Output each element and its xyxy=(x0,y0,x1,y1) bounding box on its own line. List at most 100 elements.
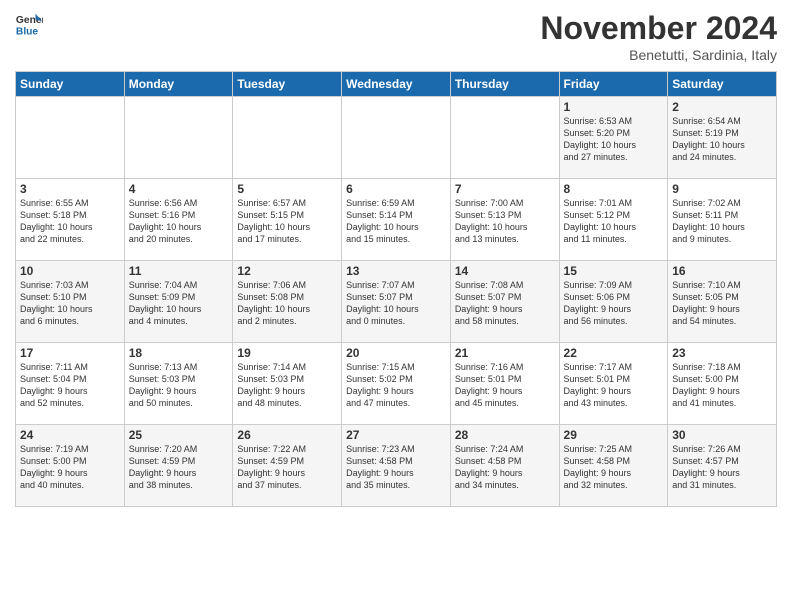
day-number: 16 xyxy=(672,264,772,278)
day-info: Sunrise: 7:18 AM Sunset: 5:00 PM Dayligh… xyxy=(672,361,772,410)
calendar-table: SundayMondayTuesdayWednesdayThursdayFrid… xyxy=(15,71,777,507)
day-number: 20 xyxy=(346,346,446,360)
calendar-cell: 2Sunrise: 6:54 AM Sunset: 5:19 PM Daylig… xyxy=(668,97,777,179)
location-subtitle: Benetutti, Sardinia, Italy xyxy=(540,47,777,63)
day-number: 7 xyxy=(455,182,555,196)
calendar-cell: 20Sunrise: 7:15 AM Sunset: 5:02 PM Dayli… xyxy=(342,343,451,425)
day-info: Sunrise: 6:53 AM Sunset: 5:20 PM Dayligh… xyxy=(564,115,664,164)
calendar-cell: 15Sunrise: 7:09 AM Sunset: 5:06 PM Dayli… xyxy=(559,261,668,343)
calendar-cell: 8Sunrise: 7:01 AM Sunset: 5:12 PM Daylig… xyxy=(559,179,668,261)
calendar-week-2: 3Sunrise: 6:55 AM Sunset: 5:18 PM Daylig… xyxy=(16,179,777,261)
day-info: Sunrise: 7:06 AM Sunset: 5:08 PM Dayligh… xyxy=(237,279,337,328)
day-info: Sunrise: 7:09 AM Sunset: 5:06 PM Dayligh… xyxy=(564,279,664,328)
day-number: 30 xyxy=(672,428,772,442)
day-info: Sunrise: 7:17 AM Sunset: 5:01 PM Dayligh… xyxy=(564,361,664,410)
calendar-cell xyxy=(450,97,559,179)
day-number: 12 xyxy=(237,264,337,278)
day-info: Sunrise: 7:20 AM Sunset: 4:59 PM Dayligh… xyxy=(129,443,229,492)
day-number: 27 xyxy=(346,428,446,442)
calendar-cell xyxy=(124,97,233,179)
calendar-cell: 30Sunrise: 7:26 AM Sunset: 4:57 PM Dayli… xyxy=(668,425,777,507)
day-number: 8 xyxy=(564,182,664,196)
calendar-cell: 24Sunrise: 7:19 AM Sunset: 5:00 PM Dayli… xyxy=(16,425,125,507)
day-number: 13 xyxy=(346,264,446,278)
day-info: Sunrise: 6:55 AM Sunset: 5:18 PM Dayligh… xyxy=(20,197,120,246)
day-info: Sunrise: 7:19 AM Sunset: 5:00 PM Dayligh… xyxy=(20,443,120,492)
calendar-cell: 19Sunrise: 7:14 AM Sunset: 5:03 PM Dayli… xyxy=(233,343,342,425)
day-number: 6 xyxy=(346,182,446,196)
calendar-cell: 21Sunrise: 7:16 AM Sunset: 5:01 PM Dayli… xyxy=(450,343,559,425)
month-title: November 2024 xyxy=(540,10,777,47)
day-header-tuesday: Tuesday xyxy=(233,72,342,97)
calendar-header-row: SundayMondayTuesdayWednesdayThursdayFrid… xyxy=(16,72,777,97)
calendar-week-1: 1Sunrise: 6:53 AM Sunset: 5:20 PM Daylig… xyxy=(16,97,777,179)
day-info: Sunrise: 6:59 AM Sunset: 5:14 PM Dayligh… xyxy=(346,197,446,246)
day-info: Sunrise: 6:56 AM Sunset: 5:16 PM Dayligh… xyxy=(129,197,229,246)
day-info: Sunrise: 7:25 AM Sunset: 4:58 PM Dayligh… xyxy=(564,443,664,492)
day-number: 1 xyxy=(564,100,664,114)
calendar-cell: 23Sunrise: 7:18 AM Sunset: 5:00 PM Dayli… xyxy=(668,343,777,425)
day-info: Sunrise: 7:13 AM Sunset: 5:03 PM Dayligh… xyxy=(129,361,229,410)
calendar-cell: 14Sunrise: 7:08 AM Sunset: 5:07 PM Dayli… xyxy=(450,261,559,343)
calendar-cell: 5Sunrise: 6:57 AM Sunset: 5:15 PM Daylig… xyxy=(233,179,342,261)
day-info: Sunrise: 7:24 AM Sunset: 4:58 PM Dayligh… xyxy=(455,443,555,492)
day-info: Sunrise: 7:26 AM Sunset: 4:57 PM Dayligh… xyxy=(672,443,772,492)
day-info: Sunrise: 7:10 AM Sunset: 5:05 PM Dayligh… xyxy=(672,279,772,328)
title-block: November 2024 Benetutti, Sardinia, Italy xyxy=(540,10,777,63)
day-number: 17 xyxy=(20,346,120,360)
day-info: Sunrise: 7:23 AM Sunset: 4:58 PM Dayligh… xyxy=(346,443,446,492)
calendar-cell: 16Sunrise: 7:10 AM Sunset: 5:05 PM Dayli… xyxy=(668,261,777,343)
day-info: Sunrise: 7:04 AM Sunset: 5:09 PM Dayligh… xyxy=(129,279,229,328)
day-number: 22 xyxy=(564,346,664,360)
calendar-cell: 10Sunrise: 7:03 AM Sunset: 5:10 PM Dayli… xyxy=(16,261,125,343)
svg-text:Blue: Blue xyxy=(16,26,39,37)
day-info: Sunrise: 7:22 AM Sunset: 4:59 PM Dayligh… xyxy=(237,443,337,492)
day-info: Sunrise: 7:03 AM Sunset: 5:10 PM Dayligh… xyxy=(20,279,120,328)
svg-text:General: General xyxy=(16,15,43,26)
day-number: 21 xyxy=(455,346,555,360)
calendar-cell: 12Sunrise: 7:06 AM Sunset: 5:08 PM Dayli… xyxy=(233,261,342,343)
calendar-week-3: 10Sunrise: 7:03 AM Sunset: 5:10 PM Dayli… xyxy=(16,261,777,343)
day-number: 10 xyxy=(20,264,120,278)
calendar-cell: 13Sunrise: 7:07 AM Sunset: 5:07 PM Dayli… xyxy=(342,261,451,343)
day-number: 19 xyxy=(237,346,337,360)
calendar-cell: 9Sunrise: 7:02 AM Sunset: 5:11 PM Daylig… xyxy=(668,179,777,261)
calendar-cell xyxy=(233,97,342,179)
day-number: 14 xyxy=(455,264,555,278)
day-number: 25 xyxy=(129,428,229,442)
main-container: General Blue November 2024 Benetutti, Sa… xyxy=(0,0,792,512)
day-header-sunday: Sunday xyxy=(16,72,125,97)
calendar-cell: 11Sunrise: 7:04 AM Sunset: 5:09 PM Dayli… xyxy=(124,261,233,343)
calendar-cell xyxy=(342,97,451,179)
day-info: Sunrise: 7:01 AM Sunset: 5:12 PM Dayligh… xyxy=(564,197,664,246)
day-info: Sunrise: 7:00 AM Sunset: 5:13 PM Dayligh… xyxy=(455,197,555,246)
day-header-friday: Friday xyxy=(559,72,668,97)
calendar-cell: 26Sunrise: 7:22 AM Sunset: 4:59 PM Dayli… xyxy=(233,425,342,507)
calendar-cell: 4Sunrise: 6:56 AM Sunset: 5:16 PM Daylig… xyxy=(124,179,233,261)
day-header-monday: Monday xyxy=(124,72,233,97)
day-info: Sunrise: 7:14 AM Sunset: 5:03 PM Dayligh… xyxy=(237,361,337,410)
calendar-cell: 27Sunrise: 7:23 AM Sunset: 4:58 PM Dayli… xyxy=(342,425,451,507)
logo-icon: General Blue xyxy=(15,10,43,38)
day-number: 4 xyxy=(129,182,229,196)
calendar-cell: 1Sunrise: 6:53 AM Sunset: 5:20 PM Daylig… xyxy=(559,97,668,179)
day-info: Sunrise: 7:15 AM Sunset: 5:02 PM Dayligh… xyxy=(346,361,446,410)
day-info: Sunrise: 7:07 AM Sunset: 5:07 PM Dayligh… xyxy=(346,279,446,328)
day-number: 24 xyxy=(20,428,120,442)
calendar-cell: 17Sunrise: 7:11 AM Sunset: 5:04 PM Dayli… xyxy=(16,343,125,425)
calendar-cell: 3Sunrise: 6:55 AM Sunset: 5:18 PM Daylig… xyxy=(16,179,125,261)
calendar-cell: 18Sunrise: 7:13 AM Sunset: 5:03 PM Dayli… xyxy=(124,343,233,425)
day-info: Sunrise: 6:54 AM Sunset: 5:19 PM Dayligh… xyxy=(672,115,772,164)
day-info: Sunrise: 7:11 AM Sunset: 5:04 PM Dayligh… xyxy=(20,361,120,410)
day-number: 3 xyxy=(20,182,120,196)
logo: General Blue xyxy=(15,10,45,38)
calendar-cell: 22Sunrise: 7:17 AM Sunset: 5:01 PM Dayli… xyxy=(559,343,668,425)
calendar-cell: 7Sunrise: 7:00 AM Sunset: 5:13 PM Daylig… xyxy=(450,179,559,261)
calendar-cell: 6Sunrise: 6:59 AM Sunset: 5:14 PM Daylig… xyxy=(342,179,451,261)
day-number: 15 xyxy=(564,264,664,278)
calendar-week-5: 24Sunrise: 7:19 AM Sunset: 5:00 PM Dayli… xyxy=(16,425,777,507)
day-number: 5 xyxy=(237,182,337,196)
day-header-saturday: Saturday xyxy=(668,72,777,97)
calendar-cell: 28Sunrise: 7:24 AM Sunset: 4:58 PM Dayli… xyxy=(450,425,559,507)
day-number: 26 xyxy=(237,428,337,442)
